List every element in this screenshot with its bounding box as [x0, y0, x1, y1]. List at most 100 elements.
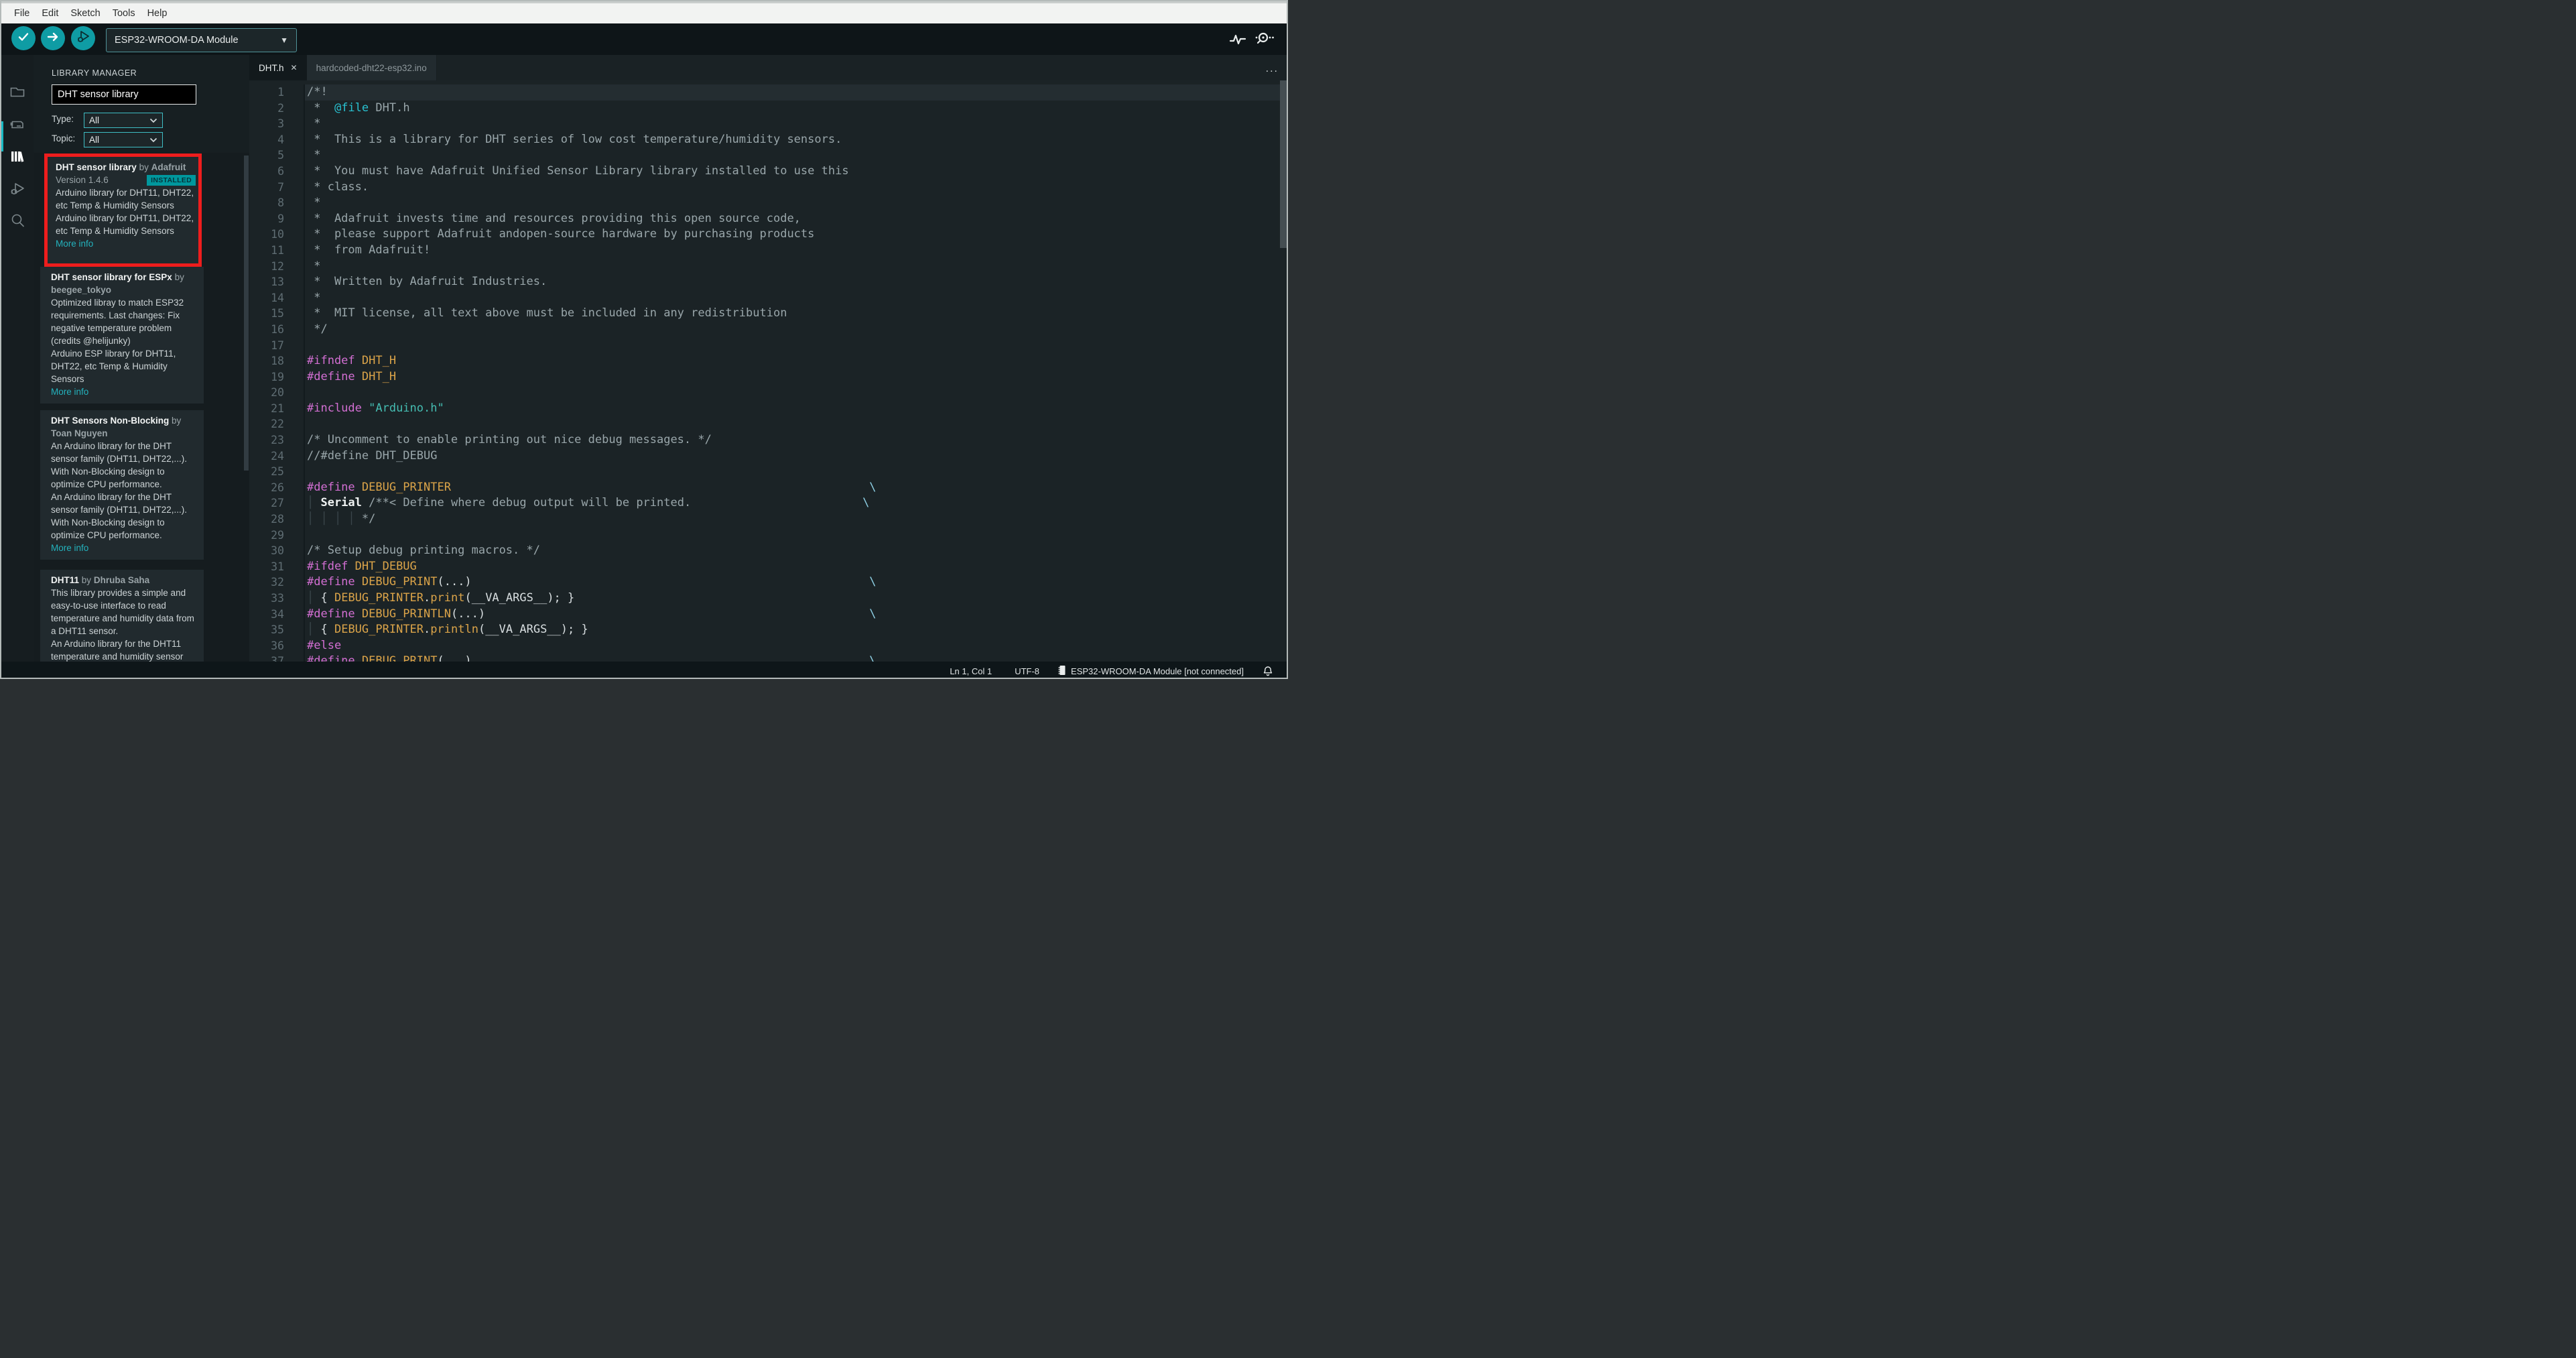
line-text: * @file DHT.h — [304, 100, 1287, 117]
tab-dht.h[interactable]: DHT.h ✕ — [249, 55, 307, 80]
line-number: 36 — [271, 639, 284, 652]
line-number: 13 — [271, 275, 284, 289]
search-icon — [9, 212, 26, 233]
library-entry-dht-sensors-non-blocking[interactable]: DHT Sensors Non-Blocking by Toan Nguyen A… — [40, 410, 204, 560]
board-status[interactable]: ESP32-WROOM-DA Module [not connected] — [1058, 665, 1244, 678]
line-text: * class. — [304, 179, 1287, 196]
close-icon[interactable]: ✕ — [291, 63, 298, 72]
encoding: UTF-8 — [1015, 666, 1040, 676]
serial-plotter-button[interactable] — [1228, 30, 1248, 48]
menu-item-file[interactable]: File — [8, 6, 36, 21]
code-line: 6 * You must have Adafruit Unified Senso… — [249, 163, 1287, 180]
menu-item-edit[interactable]: Edit — [36, 6, 64, 21]
library-entry-dht-sensor-library-espx[interactable]: DHT sensor library for ESPx by beegee_to… — [40, 267, 204, 404]
tab-bar: DHT.h ✕ hardcoded-dht22-esp32.ino — [249, 55, 1287, 80]
line-number: 18 — [271, 355, 284, 368]
code-line: 8 * — [249, 195, 1287, 211]
code-line: 14 * — [249, 290, 1287, 306]
upload-button[interactable] — [41, 26, 65, 50]
start-debug-button[interactable] — [71, 26, 95, 50]
line-number: 24 — [271, 449, 284, 462]
code-line: 11 * from Adafruit! — [249, 242, 1287, 259]
verify-button[interactable] — [11, 26, 36, 50]
library-title: DHT sensor library by Adafruit — [56, 162, 186, 172]
check-icon — [17, 30, 30, 47]
library-entry-dht11[interactable]: DHT11 by Dhruba Saha This library provide… — [40, 570, 204, 662]
line-number: 32 — [271, 576, 284, 589]
line-number: 28 — [271, 513, 284, 526]
code-line: 21 #include "Arduino.h" — [249, 400, 1287, 417]
sidebar-item-search[interactable] — [1, 206, 34, 237]
more-info-link[interactable]: More info — [51, 542, 196, 554]
line-text: #ifndef DHT_H — [304, 353, 1287, 369]
type-filter-select[interactable]: All — [84, 113, 163, 128]
line-text: │ Serial /**< Define where debug output … — [304, 495, 1287, 512]
line-number: 4 — [277, 133, 284, 146]
line-text — [304, 464, 1287, 480]
code-line: 19 #define DHT_H — [249, 369, 1287, 385]
line-number: 31 — [271, 560, 284, 573]
panel-scrollbar[interactable] — [244, 156, 249, 471]
debug-play-icon — [76, 29, 90, 48]
topic-filter-select[interactable]: All — [84, 132, 163, 147]
line-number: 30 — [271, 544, 284, 558]
line-number: 14 — [271, 291, 284, 304]
line-number: 27 — [271, 497, 284, 510]
code-line: 27 │ Serial /**< Define where debug outpu… — [249, 495, 1287, 512]
arduino-ide-window: File Edit Sketch Tools Help ESP32-WROOM-DA M… — [0, 0, 1288, 679]
line-number: 15 — [271, 307, 284, 320]
line-number: 16 — [271, 322, 284, 336]
tab-label: DHT.h — [259, 62, 284, 73]
menu-item-sketch[interactable]: Sketch — [64, 6, 106, 21]
line-number: 20 — [271, 386, 284, 399]
line-text: //#define DHT_DEBUG — [304, 448, 1287, 465]
code-line: 16 */ — [249, 321, 1287, 338]
status-bar: Ln 1, Col 1 UTF-8 ESP32-WROOM-DA Module … — [1, 662, 1287, 678]
board-selector-dropdown[interactable]: ESP32-WROOM-DA Module ▼ — [106, 28, 297, 52]
editor-group: DHT.h ✕ hardcoded-dht22-esp32.ino ... 1 /*!… — [249, 55, 1287, 662]
code-line: 29 — [249, 527, 1287, 544]
sidebar-item-sketchbook[interactable] — [1, 78, 34, 109]
code-line: 17 — [249, 337, 1287, 354]
sidebar-item-boards-manager[interactable] — [1, 111, 34, 141]
code-editor[interactable]: 1/*! 2 * @file DHT.h 3 * 4 * This is a libr… — [249, 80, 1287, 662]
notifications-bell-icon[interactable] — [1263, 666, 1273, 677]
tab-overflow-menu[interactable]: ... — [1266, 63, 1279, 75]
menu-item-tools[interactable]: Tools — [107, 6, 141, 21]
line-number: 9 — [277, 212, 284, 225]
tab-label: hardcoded-dht22-esp32.ino — [316, 62, 427, 73]
more-info-link[interactable]: More info — [56, 237, 196, 250]
code-line: 4 * This is a library for DHT series of … — [249, 131, 1287, 148]
line-text: #include "Arduino.h" — [304, 400, 1287, 417]
library-search-input[interactable] — [52, 84, 196, 105]
tab-hardcoded-dht22-esp32.ino[interactable]: hardcoded-dht22-esp32.ino — [306, 55, 437, 80]
library-description: An Arduino library for the DHT sensor fa… — [51, 492, 188, 540]
line-text — [304, 337, 1287, 354]
more-info-link[interactable]: More info — [51, 385, 196, 398]
chip-icon — [1058, 665, 1067, 678]
line-number: 21 — [271, 402, 284, 415]
library-description: Arduino library for DHT11, DHT22, etc Te… — [56, 188, 194, 210]
library-description: An Arduino library for the DHT sensor fa… — [51, 441, 188, 489]
library-title: DHT11 by Dhruba Saha — [51, 575, 150, 585]
sidebar-item-library-manager[interactable] — [1, 143, 34, 174]
line-text: │ { DEBUG_PRINTER.print(__VA_ARGS__); } — [304, 591, 1287, 607]
line-text — [304, 385, 1287, 401]
code-line: 18 #ifndef DHT_H — [249, 353, 1287, 369]
editor-scrollbar[interactable] — [1280, 80, 1287, 248]
library-entry-dht-sensor-library[interactable]: DHT sensor library by Adafruit Version 1.… — [48, 157, 198, 263]
library-description: Arduino ESP library for DHT11, DHT22, et… — [51, 349, 176, 384]
line-number: 19 — [271, 370, 284, 383]
line-number: 6 — [277, 164, 284, 178]
serial-monitor-button[interactable] — [1253, 30, 1274, 48]
line-number: 34 — [271, 607, 284, 621]
code-line: 20 — [249, 385, 1287, 401]
line-text: * — [304, 195, 1287, 211]
line-text: /*! — [304, 84, 1287, 101]
line-text: #define DEBUG_PRINTLN(...) \ — [304, 606, 1287, 623]
library-description: An Arduino library for the DHT11 tempera… — [51, 639, 184, 662]
menu-item-help[interactable]: Help — [141, 6, 174, 21]
sidebar-item-debug[interactable] — [1, 175, 34, 206]
arrow-right-icon — [46, 30, 60, 47]
line-text: * — [304, 290, 1287, 306]
